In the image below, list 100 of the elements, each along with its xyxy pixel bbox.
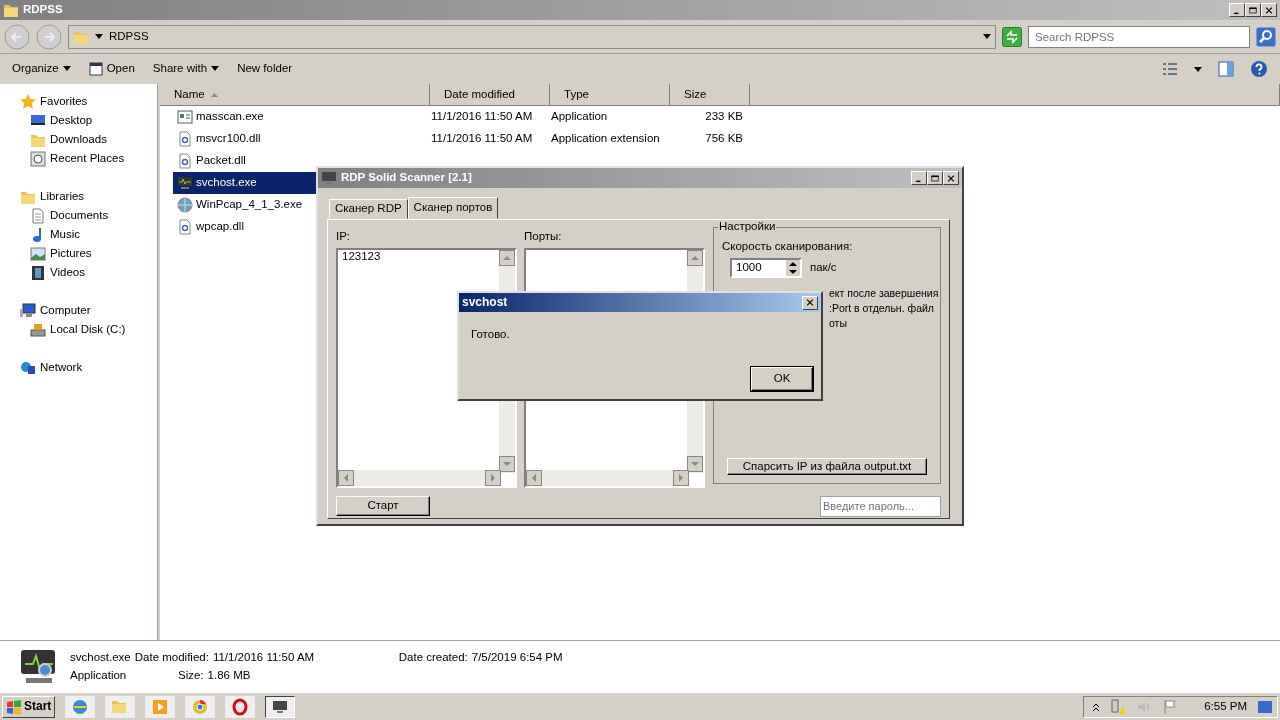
gear-file-icon bbox=[177, 131, 193, 147]
network-icon bbox=[20, 359, 36, 376]
toolbar-button[interactable]: Organize bbox=[12, 62, 71, 76]
file-size: 233 KB bbox=[704, 110, 743, 124]
file-date: 11/1/2016 11:50 AM bbox=[431, 110, 534, 124]
show-desktop-icon[interactable] bbox=[1257, 698, 1273, 715]
option-label: ект после завершения bbox=[829, 285, 939, 301]
nav-item[interactable]: Network bbox=[0, 358, 157, 377]
detail-label: Date created: bbox=[398, 650, 468, 665]
clock[interactable]: 6:55 PM bbox=[1204, 699, 1247, 714]
start-button[interactable]: Start bbox=[2, 695, 56, 718]
detail-value: 1.86 MB bbox=[207, 668, 251, 683]
file-name[interactable]: svchost.exe bbox=[173, 172, 316, 194]
taskbar-app[interactable] bbox=[265, 695, 296, 718]
browser-icon bbox=[191, 697, 210, 716]
view-list-icon[interactable] bbox=[1162, 62, 1178, 76]
window-title: RDPSS bbox=[23, 3, 63, 17]
file-name[interactable]: masscan.exe bbox=[173, 106, 316, 128]
refresh-icon[interactable] bbox=[1002, 26, 1022, 47]
caret-icon bbox=[95, 34, 103, 39]
field-label: Порты: bbox=[524, 230, 563, 244]
file-type: Application bbox=[70, 668, 128, 683]
nav-item[interactable]: Favorites bbox=[0, 92, 157, 111]
detail-label: Size: bbox=[178, 668, 204, 683]
option-label: :Port в отдельн. файл bbox=[829, 300, 934, 316]
file-size: 756 KB bbox=[704, 132, 743, 146]
ring-icon bbox=[231, 697, 250, 716]
globe-icon bbox=[71, 697, 90, 716]
globe-icon bbox=[177, 197, 193, 213]
tab[interactable]: Сканер RDP bbox=[329, 199, 408, 219]
film-icon bbox=[30, 264, 46, 281]
detail-value: 7/5/2019 6:54 PM bbox=[471, 650, 563, 665]
nav-item[interactable]: Music bbox=[0, 225, 157, 244]
nav-item[interactable]: Downloads bbox=[0, 130, 157, 149]
scrollbar[interactable] bbox=[338, 469, 501, 486]
monitor-icon bbox=[177, 175, 193, 191]
search-field[interactable]: Search RDPSS bbox=[1028, 25, 1250, 48]
list-entry: 123123 bbox=[341, 249, 381, 262]
nav-item[interactable]: Computer bbox=[0, 301, 157, 320]
preview-pane-icon[interactable] bbox=[1218, 61, 1234, 77]
detail-label: Date modified: bbox=[134, 650, 209, 665]
speed-spinner[interactable]: 1000 bbox=[730, 257, 802, 278]
nav-item[interactable]: Pictures bbox=[0, 244, 157, 263]
monitor-icon bbox=[321, 170, 337, 186]
folder-icon bbox=[3, 2, 19, 18]
dialog-title: svchost bbox=[462, 295, 508, 310]
scrollbar[interactable] bbox=[526, 469, 689, 486]
file-type: Application extension bbox=[551, 132, 661, 146]
column-header[interactable]: Size bbox=[670, 84, 750, 106]
flag-icon[interactable] bbox=[1162, 698, 1179, 715]
detail-value: 11/1/2016 11:50 AM bbox=[212, 650, 315, 665]
nav-item[interactable]: Local Disk (C:) bbox=[0, 320, 157, 339]
monitor-icon bbox=[18, 647, 58, 686]
toolbar-button[interactable]: New folder bbox=[237, 62, 293, 76]
column-header[interactable]: Date modified bbox=[430, 84, 550, 106]
gear-file-icon bbox=[177, 219, 193, 235]
taskbar-app[interactable] bbox=[225, 695, 256, 718]
spinner-value: 1000 bbox=[735, 260, 763, 275]
start-button[interactable]: Старт bbox=[336, 496, 430, 517]
password-field[interactable]: Введите пароль... bbox=[820, 495, 941, 517]
group-title: Настройки bbox=[718, 220, 777, 234]
option-label: оты bbox=[829, 315, 847, 331]
file-name: svchost.exe bbox=[70, 650, 131, 665]
computer-icon bbox=[20, 302, 36, 319]
windows-logo-icon bbox=[6, 698, 22, 715]
document-icon bbox=[30, 207, 46, 224]
column-header[interactable]: Name bbox=[160, 84, 430, 106]
star-icon bbox=[20, 93, 36, 110]
field-label: Скорость сканирования: bbox=[722, 240, 854, 254]
unit-label: пак/с bbox=[810, 260, 837, 275]
open-button[interactable]: Open bbox=[88, 62, 135, 76]
field-label: IP: bbox=[336, 230, 352, 244]
window-icon bbox=[177, 109, 193, 125]
gear-file-icon bbox=[177, 153, 193, 169]
window-title: RDP Solid Scanner [2.1] bbox=[341, 171, 472, 185]
help-icon[interactable] bbox=[1250, 60, 1268, 78]
nav-item[interactable]: Recent Places bbox=[0, 149, 157, 168]
dialog-message: Готово. bbox=[471, 328, 510, 340]
image-icon bbox=[30, 245, 46, 262]
caret-icon bbox=[983, 34, 991, 39]
address-path[interactable]: RDPSS bbox=[109, 29, 149, 44]
ok-button[interactable]: OK bbox=[751, 367, 813, 391]
file-name[interactable]: msvcr100.dll bbox=[173, 128, 316, 150]
chevron-up-icon[interactable] bbox=[1092, 702, 1101, 711]
file-type: Application bbox=[551, 110, 609, 124]
nav-item[interactable]: Documents bbox=[0, 206, 157, 225]
file-name[interactable]: Packet.dll bbox=[173, 150, 316, 172]
nav-item[interactable]: Desktop bbox=[0, 111, 157, 130]
spin-arrows-icon[interactable] bbox=[786, 259, 800, 276]
nav-item[interactable]: Videos bbox=[0, 263, 157, 282]
file-name[interactable]: WinPcap_4_1_3.exe bbox=[173, 194, 316, 216]
nav-item[interactable]: Libraries bbox=[0, 187, 157, 206]
tab[interactable]: Сканер портов bbox=[407, 197, 499, 219]
column-header[interactable]: Type bbox=[550, 84, 670, 106]
window-icon bbox=[88, 62, 103, 76]
file-name[interactable]: wpcap.dll bbox=[173, 216, 316, 238]
search-icon[interactable] bbox=[1256, 26, 1276, 47]
parse-button[interactable]: Спарсить IP из файла output.txt bbox=[727, 458, 927, 475]
toolbar-button[interactable]: Share with bbox=[152, 62, 220, 76]
caret-icon bbox=[1194, 66, 1202, 72]
